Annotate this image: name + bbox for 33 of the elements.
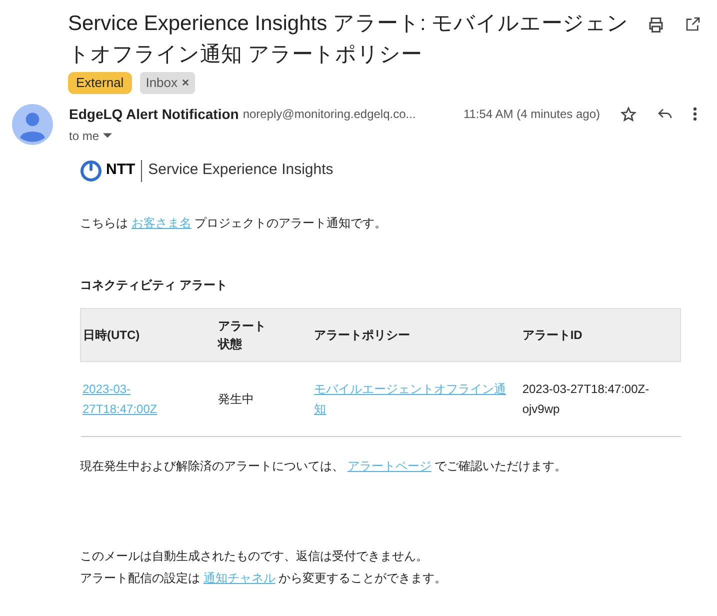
table-cell-text: 発生中 <box>218 390 256 408</box>
star-icon[interactable] <box>620 106 637 122</box>
link[interactable]: 2023-03-27T18:47:00Z <box>82 378 204 418</box>
recipient: to me <box>69 128 100 144</box>
footer-text: このメールは自動生成されたものです、返信は受付できません。 <box>80 548 429 564</box>
label-chip[interactable]: Inbox <box>140 72 195 94</box>
logo-product: Service Experience Insights <box>148 160 334 180</box>
footer-text: アラート配信の設定は 通知チャネル から変更することができます。 <box>80 570 448 586</box>
column-header: アラートポリシー <box>312 308 520 361</box>
logo-brand: NTT <box>106 160 136 180</box>
column-header: アラート状態 <box>216 308 312 361</box>
note-text: 現在発生中および解除済のアラートについては、 アラートページ でご確認いただけます。 <box>80 458 568 474</box>
email-subject: Service Experience Insights アラート: モバイルエージェントオフライン通知 アラートポリシー <box>68 11 630 68</box>
link[interactable]: モバイルエージェントオフライン通知 <box>314 378 508 418</box>
column-header: 日時(UTC) <box>80 308 216 361</box>
sender-email: noreply@monitoring.edgelq.co... <box>242 106 416 123</box>
avatar <box>12 104 53 144</box>
more-icon[interactable] <box>693 107 697 121</box>
open-in-new-icon[interactable] <box>685 16 701 32</box>
link[interactable]: アラートページ <box>347 458 432 472</box>
logo-icon <box>80 160 102 182</box>
intro-text: こちらは お客さま名 プロジェクトのアラート通知です。 <box>80 214 388 232</box>
column-header: アラートID <box>520 308 680 361</box>
link[interactable]: 通知チャネル <box>203 570 276 584</box>
label-chip: External <box>68 72 132 94</box>
print-icon[interactable] <box>647 16 665 34</box>
timestamp: 11:54 AM (4 minutes ago) <box>463 106 600 123</box>
close-icon[interactable] <box>182 79 189 86</box>
table-cell-text: 2023-03-27T18:47:00Z-ojv9wp <box>522 380 650 418</box>
sender-name: EdgeLQ Alert Notification <box>69 104 239 124</box>
section-title: コネクティビティ アラート <box>80 276 228 294</box>
caret-icon[interactable] <box>103 133 112 138</box>
link[interactable]: お客さま名 <box>131 216 192 230</box>
